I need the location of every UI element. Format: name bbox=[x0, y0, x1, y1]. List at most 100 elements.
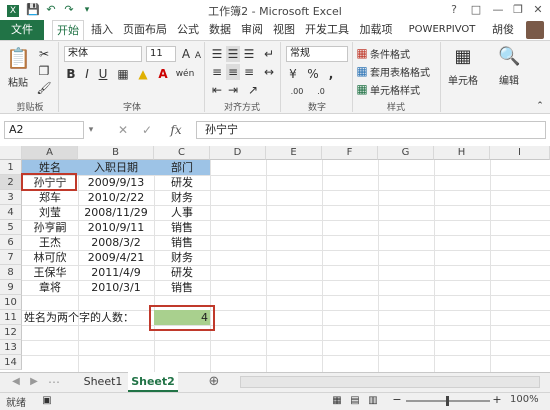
row-header[interactable]: 8 bbox=[0, 265, 22, 280]
currency-button[interactable]: ¥ bbox=[286, 66, 300, 82]
align-top-icon[interactable]: ☰ bbox=[210, 46, 224, 62]
increase-decimal-button[interactable]: .00 bbox=[286, 84, 308, 100]
border-icon[interactable]: ▦ bbox=[116, 66, 130, 82]
quick-access-dropdown-icon[interactable]: ▾ bbox=[80, 3, 94, 17]
save-icon[interactable]: 💾 bbox=[26, 3, 40, 17]
name-box-dropdown-icon[interactable]: ▾ bbox=[86, 122, 96, 138]
tab-addins[interactable]: 加载项 bbox=[356, 20, 396, 40]
table-format-icon[interactable]: ▦ bbox=[356, 63, 368, 79]
row-header[interactable]: 5 bbox=[0, 220, 22, 235]
page-layout-view-icon[interactable]: ▤ bbox=[348, 393, 362, 409]
redo-icon[interactable]: ↷ bbox=[62, 3, 76, 17]
undo-icon[interactable]: ↶ bbox=[44, 3, 58, 17]
column-header[interactable]: G bbox=[378, 146, 434, 160]
italic-button[interactable]: I bbox=[80, 66, 94, 82]
conditional-format-button[interactable]: 条件格式 bbox=[370, 46, 430, 61]
row-header[interactable]: 9 bbox=[0, 280, 22, 295]
editing-icon[interactable]: 🔍 bbox=[498, 46, 520, 68]
number-format-combo[interactable]: 常规 bbox=[286, 46, 348, 62]
column-header[interactable]: H bbox=[434, 146, 490, 160]
table-cell-date[interactable]: 2008/11/29 bbox=[78, 205, 154, 220]
table-cell-dept[interactable]: 销售 bbox=[154, 280, 210, 295]
font-size-combo[interactable]: 11 bbox=[146, 46, 176, 62]
row-header[interactable]: 11 bbox=[0, 310, 22, 325]
orientation-icon[interactable]: ↗ bbox=[246, 82, 260, 98]
tab-developer[interactable]: 开发工具 bbox=[302, 20, 352, 40]
copy-icon[interactable]: ❐ bbox=[36, 63, 52, 79]
tab-file[interactable]: 文件 bbox=[0, 20, 44, 40]
row-header[interactable]: 6 bbox=[0, 235, 22, 250]
decrease-indent-icon[interactable]: ⇤ bbox=[210, 82, 224, 98]
zoom-out-button[interactable]: − bbox=[392, 392, 402, 408]
merge-center-icon[interactable]: ↔ bbox=[262, 64, 276, 80]
table-cell-dept[interactable]: 销售 bbox=[154, 220, 210, 235]
cancel-entry-button[interactable]: ✕ bbox=[116, 122, 130, 138]
add-sheet-button[interactable]: ⊕ bbox=[206, 374, 222, 390]
sheet-scroll-right-icon[interactable]: ▶ bbox=[28, 374, 40, 390]
cells-icon[interactable]: ▦ bbox=[452, 46, 474, 68]
format-painter-icon[interactable]: 🖌 bbox=[36, 80, 52, 96]
table-cell-date[interactable]: 2011/4/9 bbox=[78, 265, 154, 280]
table-cell-date[interactable]: 2009/9/13 bbox=[78, 175, 154, 190]
align-center-icon[interactable]: ≡ bbox=[226, 64, 240, 80]
macro-record-icon[interactable]: ▣ bbox=[40, 393, 54, 409]
table-header-cell[interactable]: 入职日期 bbox=[78, 160, 154, 175]
table-format-button[interactable]: 套用表格格式 bbox=[370, 64, 440, 79]
zoom-slider-thumb[interactable] bbox=[446, 396, 449, 406]
tab-formulas[interactable]: 公式 bbox=[174, 20, 202, 40]
table-cell-date[interactable]: 2010/3/1 bbox=[78, 280, 154, 295]
column-header[interactable]: D bbox=[210, 146, 266, 160]
column-header[interactable]: E bbox=[266, 146, 322, 160]
phonetic-button[interactable]: wén bbox=[174, 66, 196, 82]
tab-page-layout[interactable]: 页面布局 bbox=[120, 20, 170, 40]
cells-button[interactable]: 单元格 bbox=[442, 72, 484, 87]
align-bottom-icon[interactable]: ☰ bbox=[242, 46, 256, 62]
sheet-tab-sheet2[interactable]: Sheet2 bbox=[128, 372, 178, 392]
decrease-decimal-button[interactable]: .0 bbox=[310, 84, 332, 100]
table-cell-date[interactable]: 2010/9/11 bbox=[78, 220, 154, 235]
table-cell-dept[interactable]: 研发 bbox=[154, 175, 210, 190]
table-cell-name[interactable]: 王杰 bbox=[22, 235, 78, 250]
table-cell-dept[interactable]: 研发 bbox=[154, 265, 210, 280]
paste-button-label[interactable]: 粘贴 bbox=[6, 74, 30, 89]
column-header[interactable]: B bbox=[78, 146, 154, 160]
result-label[interactable]: 姓名为两个字的人数： bbox=[24, 310, 154, 325]
cut-icon[interactable]: ✂ bbox=[36, 46, 52, 62]
row-header[interactable]: 7 bbox=[0, 250, 22, 265]
table-cell-date[interactable]: 2010/2/22 bbox=[78, 190, 154, 205]
column-header[interactable]: I bbox=[490, 146, 550, 160]
increase-indent-icon[interactable]: ⇥ bbox=[226, 82, 240, 98]
zoom-in-button[interactable]: + bbox=[492, 392, 502, 408]
font-shrink-icon[interactable]: A bbox=[192, 48, 204, 64]
cell-style-button[interactable]: 单元格样式 bbox=[370, 82, 436, 97]
formula-input[interactable]: 孙宁宁 bbox=[196, 121, 546, 139]
column-header[interactable]: F bbox=[322, 146, 378, 160]
table-cell-dept[interactable]: 财务 bbox=[154, 250, 210, 265]
zoom-level[interactable]: 100% bbox=[510, 394, 546, 405]
tab-review[interactable]: 审阅 bbox=[238, 20, 266, 40]
column-header[interactable]: A bbox=[22, 146, 78, 160]
percent-button[interactable]: % bbox=[306, 66, 320, 82]
align-left-icon[interactable]: ≡ bbox=[210, 64, 224, 80]
sheet-tab-sheet1[interactable]: Sheet1 bbox=[80, 372, 126, 392]
row-header[interactable]: 10 bbox=[0, 295, 22, 310]
table-cell-name[interactable]: 林可欣 bbox=[22, 250, 78, 265]
underline-button[interactable]: U bbox=[96, 66, 110, 82]
table-cell-name[interactable]: 刘莹 bbox=[22, 205, 78, 220]
table-cell-name[interactable]: 王保华 bbox=[22, 265, 78, 280]
horizontal-scrollbar[interactable] bbox=[240, 376, 540, 388]
row-header[interactable]: 12 bbox=[0, 325, 22, 340]
row-header[interactable]: 1 bbox=[0, 160, 22, 175]
align-middle-icon[interactable]: ☰ bbox=[226, 46, 240, 62]
ribbon-display-icon[interactable]: □ bbox=[466, 2, 486, 18]
name-box[interactable]: A2 bbox=[4, 121, 84, 139]
row-header[interactable]: 2 bbox=[0, 175, 22, 190]
enter-entry-button[interactable]: ✓ bbox=[140, 122, 154, 138]
close-button[interactable]: ✕ bbox=[528, 2, 548, 18]
row-header[interactable]: 14 bbox=[0, 355, 22, 370]
sheet-scroll-left-icon[interactable]: ◀ bbox=[10, 374, 22, 390]
table-cell-dept[interactable]: 财务 bbox=[154, 190, 210, 205]
editing-button[interactable]: 编辑 bbox=[488, 72, 530, 87]
paste-icon[interactable]: 📋 bbox=[6, 46, 31, 70]
tab-data[interactable]: 数据 bbox=[206, 20, 234, 40]
